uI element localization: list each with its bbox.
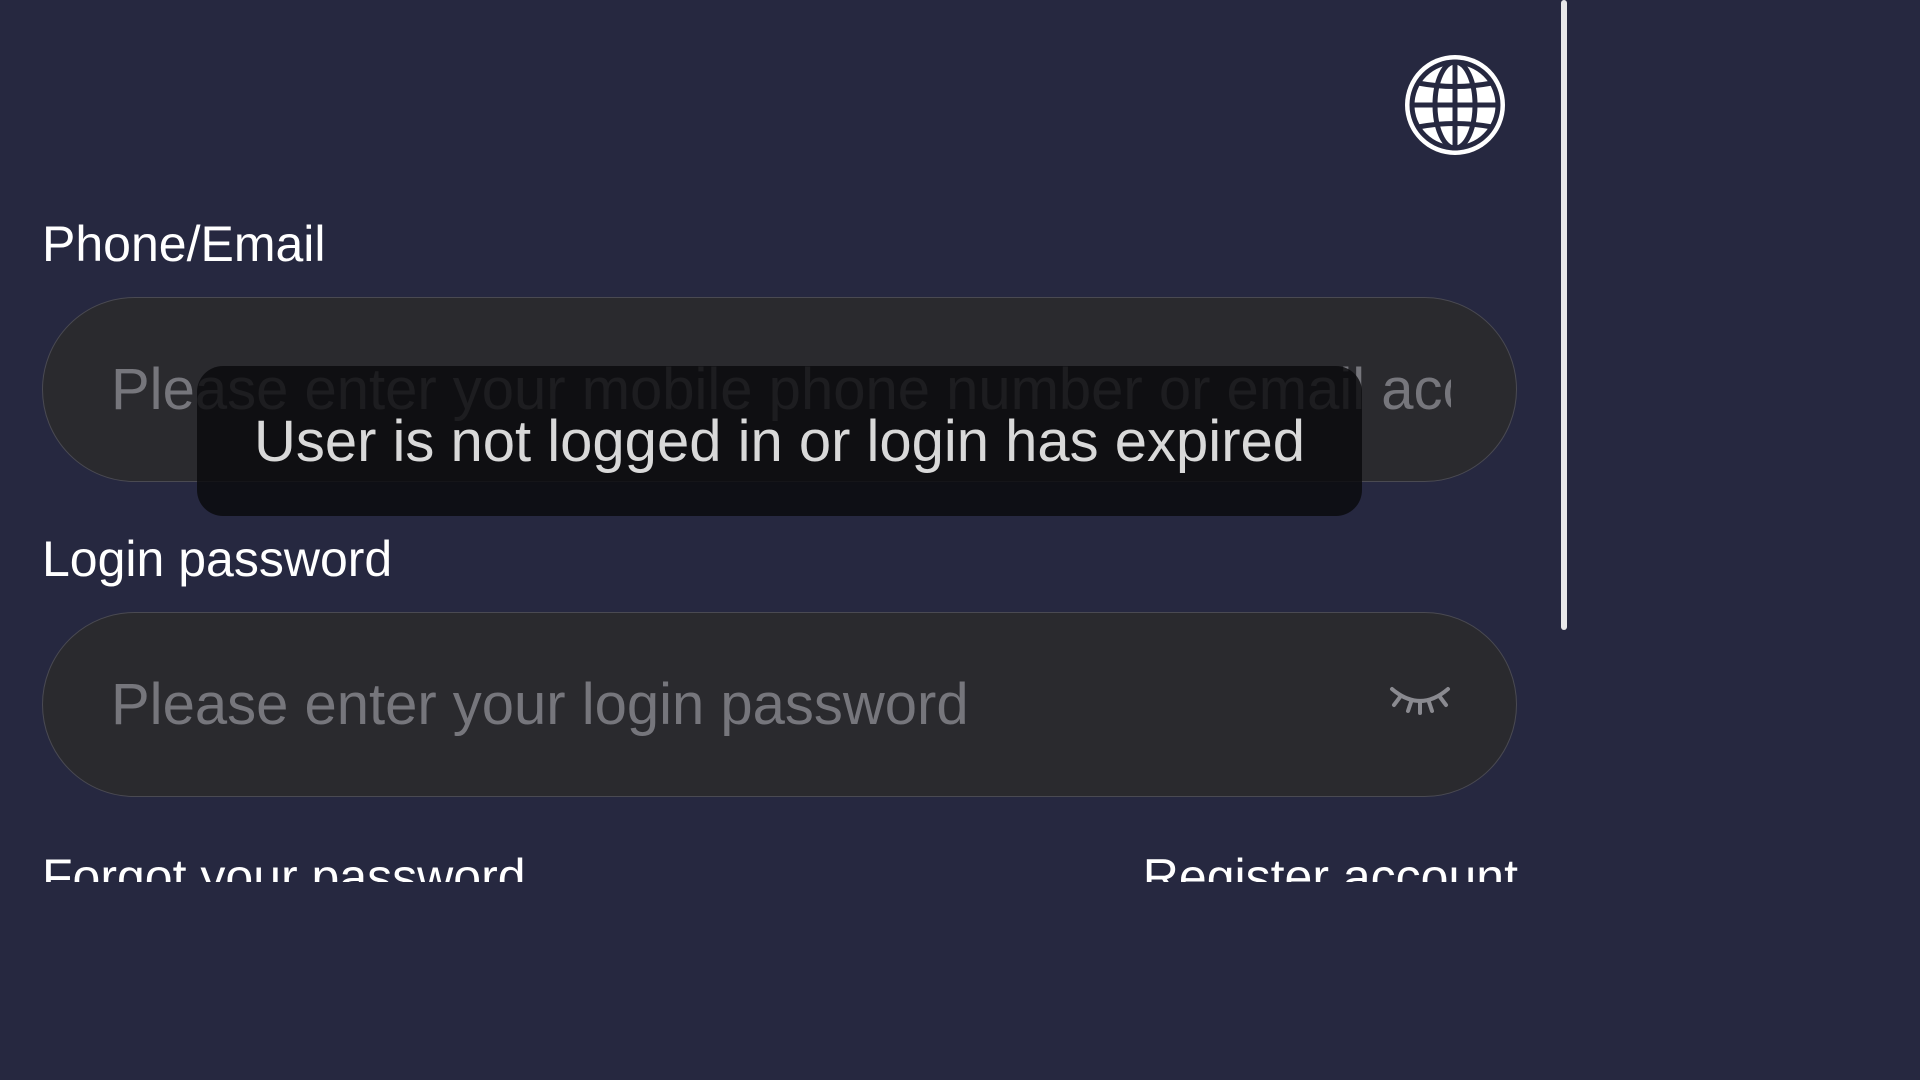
password-visibility-toggle[interactable] [1388, 681, 1452, 721]
forgot-password-link[interactable]: Forgot your password [42, 852, 526, 882]
toast-message: User is not logged in or login has expir… [253, 408, 1306, 474]
language-button[interactable] [1400, 50, 1510, 160]
register-account-link[interactable]: Register account [1143, 852, 1518, 882]
phone-email-label: Phone/Email [42, 216, 326, 272]
scrollbar-thumb[interactable] [1561, 0, 1567, 630]
password-input[interactable] [111, 613, 1311, 796]
globe-icon [1400, 50, 1510, 160]
eye-closed-icon [1388, 681, 1452, 721]
password-field-container [42, 612, 1517, 797]
login-page: Phone/Email Login password F [0, 0, 1568, 882]
login-password-label: Login password [42, 531, 393, 587]
toast-notification: User is not logged in or login has expir… [197, 366, 1362, 516]
